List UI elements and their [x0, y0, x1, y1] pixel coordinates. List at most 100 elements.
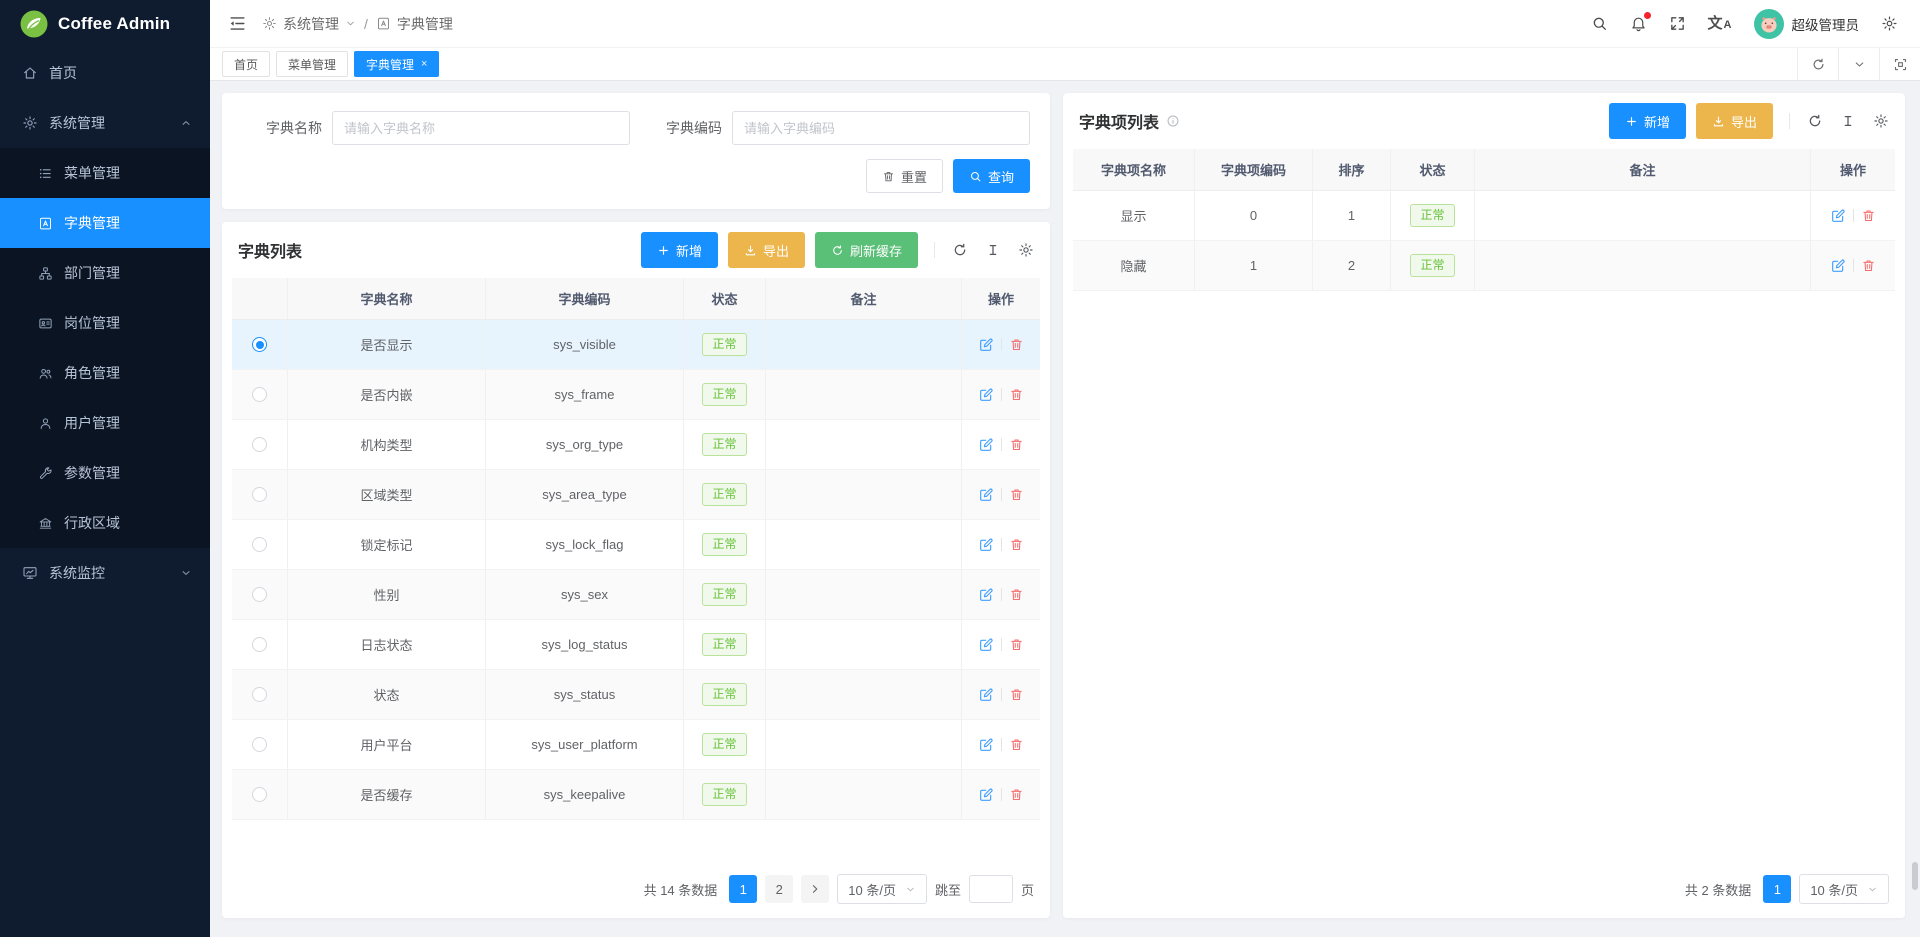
row-radio[interactable] — [252, 437, 267, 452]
page-scrollbar-thumb[interactable] — [1912, 862, 1918, 890]
delete-icon[interactable] — [1009, 587, 1024, 602]
breadcrumb-system-management[interactable]: 系统管理 — [262, 14, 356, 34]
table-row[interactable]: 显示 0 1 正常 — [1073, 191, 1895, 241]
info-icon[interactable] — [1166, 114, 1180, 128]
row-radio[interactable] — [252, 337, 267, 352]
edit-icon[interactable] — [978, 587, 994, 603]
sidebar-item-role-management[interactable]: 角色管理 — [0, 348, 210, 398]
row-radio[interactable] — [252, 737, 267, 752]
refresh-cache-button[interactable]: 刷新缓存 — [815, 232, 918, 268]
delete-icon[interactable] — [1009, 387, 1024, 402]
text-height-icon[interactable] — [1840, 113, 1856, 129]
dict-name-input[interactable] — [332, 111, 630, 145]
edit-icon[interactable] — [978, 387, 994, 403]
next-page-button[interactable] — [801, 875, 829, 903]
delete-icon[interactable] — [1009, 337, 1024, 352]
delete-icon[interactable] — [1009, 737, 1024, 752]
page-size-select[interactable]: 10 条/页 — [837, 874, 927, 904]
edit-icon[interactable] — [1830, 208, 1846, 224]
text-height-icon[interactable] — [985, 242, 1001, 258]
edit-icon[interactable] — [978, 637, 994, 653]
delete-icon[interactable] — [1009, 437, 1024, 452]
edit-icon[interactable] — [1830, 258, 1846, 274]
add-button[interactable]: 新增 — [1609, 103, 1686, 139]
page-button-2[interactable]: 2 — [765, 875, 793, 903]
delete-icon[interactable] — [1009, 637, 1024, 652]
bell-icon[interactable] — [1630, 15, 1647, 32]
row-radio[interactable] — [252, 387, 267, 402]
settings-gear-icon[interactable] — [1881, 15, 1898, 32]
chevron-down-icon[interactable] — [1838, 48, 1879, 80]
refresh-icon[interactable] — [1807, 113, 1823, 129]
table-row[interactable]: 性别 sys_sex 正常 — [232, 570, 1040, 620]
page-button-1[interactable]: 1 — [729, 875, 757, 903]
column-settings-gear-icon[interactable] — [1873, 113, 1889, 129]
edit-icon[interactable] — [978, 437, 994, 453]
edit-icon[interactable] — [978, 487, 994, 503]
table-row[interactable]: 锁定标记 sys_lock_flag 正常 — [232, 520, 1040, 570]
sidebar-item-system-management[interactable]: 系统管理 — [0, 98, 210, 148]
table-row[interactable]: 是否显示 sys_visible 正常 — [232, 320, 1040, 370]
row-radio[interactable] — [252, 637, 267, 652]
sidebar-item-post-management[interactable]: 岗位管理 — [0, 298, 210, 348]
delete-icon[interactable] — [1861, 258, 1876, 273]
export-button[interactable]: 导出 — [728, 232, 805, 268]
edit-icon[interactable] — [978, 737, 994, 753]
sidebar-item-user-management[interactable]: 用户管理 — [0, 398, 210, 448]
refresh-icon[interactable] — [1797, 48, 1838, 80]
sidebar-item-param-management[interactable]: 参数管理 — [0, 448, 210, 498]
sidebar-item-home[interactable]: 首页 — [0, 48, 210, 98]
page-button-1[interactable]: 1 — [1763, 875, 1791, 903]
table-row[interactable]: 隐藏 1 2 正常 — [1073, 241, 1895, 291]
delete-icon[interactable] — [1009, 787, 1024, 802]
translate-icon[interactable]: 文A — [1708, 16, 1732, 31]
dict-pagination: 共 14 条数据 1 2 10 条/页 跳至 页 — [222, 862, 1050, 918]
jump-page-input[interactable] — [969, 875, 1013, 903]
table-row[interactable]: 状态 sys_status 正常 — [232, 670, 1040, 720]
maximize-icon[interactable] — [1879, 48, 1920, 80]
add-button[interactable]: 新增 — [641, 232, 718, 268]
dict-column: 字典名称 字典编码 重置 — [222, 93, 1050, 918]
row-radio[interactable] — [252, 487, 267, 502]
row-radio[interactable] — [252, 787, 267, 802]
edit-icon[interactable] — [978, 787, 994, 803]
sidebar-item-admin-region[interactable]: 行政区域 — [0, 498, 210, 548]
tab-menu-management[interactable]: 菜单管理 — [276, 51, 348, 77]
chevron-up-icon — [180, 117, 192, 129]
page-size-select[interactable]: 10 条/页 — [1799, 874, 1889, 904]
edit-icon[interactable] — [978, 337, 994, 353]
tab-home[interactable]: 首页 — [222, 51, 270, 77]
edit-icon[interactable] — [978, 687, 994, 703]
delete-icon[interactable] — [1009, 537, 1024, 552]
column-settings-gear-icon[interactable] — [1018, 242, 1034, 258]
dict-code-input[interactable] — [732, 111, 1030, 145]
search-icon[interactable] — [1591, 15, 1608, 32]
edit-icon[interactable] — [978, 537, 994, 553]
table-row[interactable]: 是否缓存 sys_keepalive 正常 — [232, 770, 1040, 820]
close-icon[interactable]: × — [421, 59, 427, 70]
table-row[interactable]: 是否内嵌 sys_frame 正常 — [232, 370, 1040, 420]
table-row[interactable]: 日志状态 sys_log_status 正常 — [232, 620, 1040, 670]
delete-icon[interactable] — [1009, 487, 1024, 502]
user-menu[interactable]: 超级管理员 — [1754, 9, 1860, 39]
export-button[interactable]: 导出 — [1696, 103, 1773, 139]
sidebar-item-system-monitor[interactable]: 系统监控 — [0, 548, 210, 598]
menu-fold-icon[interactable] — [228, 14, 247, 33]
table-row[interactable]: 区域类型 sys_area_type 正常 — [232, 470, 1040, 520]
table-row[interactable]: 用户平台 sys_user_platform 正常 — [232, 720, 1040, 770]
row-radio[interactable] — [252, 587, 267, 602]
fullscreen-icon[interactable] — [1669, 15, 1686, 32]
row-radio[interactable] — [252, 687, 267, 702]
top-navbar: 系统管理 / 字典管理 文A 超级管理员 — [210, 0, 1920, 48]
sidebar-item-dept-management[interactable]: 部门管理 — [0, 248, 210, 298]
search-button[interactable]: 查询 — [953, 159, 1030, 193]
delete-icon[interactable] — [1009, 687, 1024, 702]
sidebar-item-menu-management[interactable]: 菜单管理 — [0, 148, 210, 198]
table-row[interactable]: 机构类型 sys_org_type 正常 — [232, 420, 1040, 470]
reset-button[interactable]: 重置 — [866, 159, 943, 193]
row-radio[interactable] — [252, 537, 267, 552]
delete-icon[interactable] — [1861, 208, 1876, 223]
tab-dict-management[interactable]: 字典管理 × — [354, 51, 439, 77]
sidebar-item-dict-management[interactable]: 字典管理 — [0, 198, 210, 248]
refresh-icon[interactable] — [952, 242, 968, 258]
